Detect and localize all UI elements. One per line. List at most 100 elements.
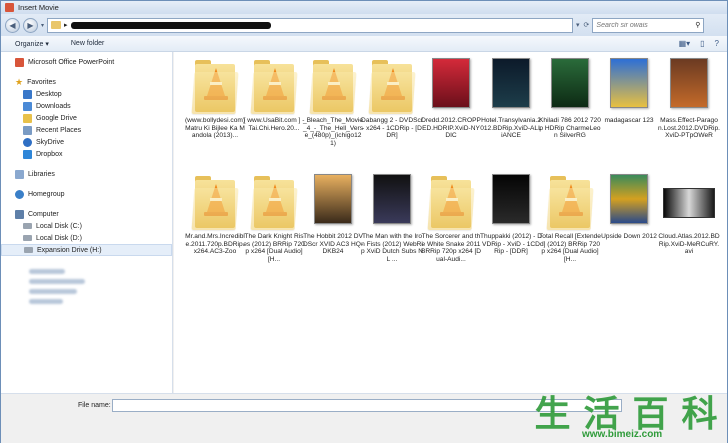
sidebar-group-libraries[interactable]: Libraries bbox=[1, 168, 172, 180]
file-name-label: Thuppakki (2012) - DVDRip - XviD - 1CDRi… bbox=[480, 233, 542, 256]
refresh-icon[interactable]: ⟳ bbox=[584, 21, 590, 29]
file-tile[interactable]: Total Recall [Extended] (2012) BRRip 720… bbox=[539, 174, 601, 292]
sidebar-item-dropbox[interactable]: Dropbox bbox=[1, 148, 172, 160]
file-tile[interactable]: Thuppakki (2012) - DVDRip - XviD - 1CDRi… bbox=[480, 174, 542, 292]
sidebar-group-homegroup[interactable]: Homegroup bbox=[1, 188, 172, 200]
blurred-network-item bbox=[29, 269, 65, 274]
hard-drive-icon bbox=[24, 247, 33, 253]
file-name-label: Cloud.Atlas.2012.BDRip.XviD-MeRCuRY.avi bbox=[658, 233, 720, 256]
file-name-label: _Bleach_The_Movie_4_-_The_Hell_Verse_(48… bbox=[302, 117, 364, 147]
navigation-pane: Microsoft Office PowerPoint ★ Favorites … bbox=[1, 52, 173, 393]
file-name-label: Total Recall [Extended] (2012) BRRip 720… bbox=[539, 233, 601, 263]
back-arrow-icon[interactable]: ◀ bbox=[5, 17, 20, 33]
sidebar-item-label: Recent Places bbox=[36, 126, 82, 134]
forward-arrow-icon[interactable]: ▶ bbox=[23, 17, 38, 33]
skydrive-icon bbox=[23, 137, 32, 147]
file-tile[interactable]: Upside Down 2012 bbox=[598, 174, 660, 292]
file-name-label: Dredd.2012.CROPPED.HDRIP.XviD-NYDIC bbox=[421, 117, 481, 140]
sidebar-item-skydrive[interactable]: SkyDrive bbox=[1, 136, 172, 148]
sidebar-item-label: SkyDrive bbox=[36, 138, 65, 146]
file-tile[interactable]: Khiladi 786 2012 720p HDRip CharmeLeon S… bbox=[539, 58, 601, 176]
sidebar-item-recent-places[interactable]: Recent Places bbox=[1, 124, 172, 136]
toolbar-right-tools: ▦▾ ▯ ? bbox=[679, 39, 727, 48]
star-icon: ★ bbox=[15, 76, 24, 87]
sidebar-item-label: Microsoft Office PowerPoint bbox=[28, 58, 115, 66]
preview-pane-icon[interactable]: ▯ bbox=[700, 39, 704, 48]
file-tile[interactable]: madagascar 123 bbox=[598, 58, 660, 176]
hard-drive-icon bbox=[23, 235, 32, 241]
movie-poster-icon bbox=[607, 58, 651, 114]
search-icon[interactable]: ⚲ bbox=[695, 21, 700, 29]
file-tile[interactable]: _Bleach_The_Movie_4_-_The_Hell_Verse_(48… bbox=[302, 58, 364, 176]
dropbox-icon bbox=[23, 149, 32, 159]
file-tile[interactable]: The Hobbit 2012 DVDScr XVID AC3 HQ-DKB24 bbox=[302, 174, 364, 292]
file-tile[interactable]: The Dark Knight Rises (2012) BRRip 720p … bbox=[243, 174, 305, 292]
sidebar-item-local-disk-c[interactable]: Local Disk (C:) bbox=[1, 220, 172, 232]
sidebar-item-downloads[interactable]: Downloads bbox=[1, 100, 172, 112]
homegroup-icon bbox=[15, 189, 24, 199]
downloads-icon bbox=[23, 101, 32, 111]
file-tile[interactable]: Cloud.Atlas.2012.BDRip.XviD-MeRCuRY.avi bbox=[658, 174, 720, 292]
file-tile[interactable]: (www.bollydesi.com) Matru Ki Bijlee Ka M… bbox=[184, 58, 246, 176]
recent-locations-chevron-icon[interactable]: ▾ bbox=[41, 22, 44, 29]
movie-poster-icon bbox=[667, 58, 711, 114]
blurred-network-item bbox=[29, 279, 85, 284]
address-dropdown-chevron-icon[interactable]: ▾ bbox=[576, 21, 580, 29]
movie-poster-icon bbox=[311, 174, 355, 230]
sidebar-group-label: Libraries bbox=[28, 170, 55, 178]
sidebar-item-powerpoint[interactable]: Microsoft Office PowerPoint bbox=[1, 56, 172, 68]
movie-poster-icon bbox=[548, 58, 592, 114]
new-folder-button[interactable]: New folder bbox=[71, 40, 104, 47]
file-tile[interactable]: The Man with the Iron Fists (2012) WebRi… bbox=[361, 174, 423, 292]
sidebar-group-computer[interactable]: Computer bbox=[1, 208, 172, 220]
movie-poster-icon bbox=[370, 174, 414, 230]
file-tile[interactable]: Mass.Effect-Paragon.Lost.2012.DVDRip.Xvi… bbox=[658, 58, 720, 176]
sidebar-item-desktop[interactable]: Desktop bbox=[1, 88, 172, 100]
sidebar-item-label: Downloads bbox=[36, 102, 71, 110]
sidebar-item-label: Local Disk (D:) bbox=[36, 234, 82, 242]
file-list-view: (www.bollydesi.com) Matru Ki Bijlee Ka M… bbox=[174, 52, 727, 393]
sidebar-group-favorites[interactable]: ★ Favorites bbox=[1, 76, 172, 88]
sidebar-item-local-disk-d[interactable]: Local Disk (D:) bbox=[1, 232, 172, 244]
sidebar-item-google-drive[interactable]: Google Drive bbox=[1, 112, 172, 124]
file-name-label: File name: bbox=[78, 402, 111, 409]
address-tools: ▾ ⟳ bbox=[576, 21, 589, 29]
file-name-label: Mr.and.Mrs.Incredible.2011.720p.BDRip.x2… bbox=[185, 233, 245, 256]
libraries-icon bbox=[15, 169, 24, 179]
file-tile[interactable]: [ www.UsaBit.com ] - Tai.Chi.Hero.20... bbox=[243, 58, 305, 176]
file-tile[interactable]: Mr.and.Mrs.Incredible.2011.720p.BDRip.x2… bbox=[184, 174, 246, 292]
address-bar[interactable]: ▸ bbox=[47, 17, 574, 33]
file-name-label: The Hobbit 2012 DVDScr XVID AC3 HQ-DKB24 bbox=[302, 233, 364, 256]
help-icon[interactable]: ? bbox=[715, 39, 719, 48]
file-name-label: madagascar 123 bbox=[604, 117, 654, 124]
search-input[interactable] bbox=[596, 21, 687, 29]
search-box[interactable]: ⚲ bbox=[592, 17, 705, 33]
blurred-network-item bbox=[29, 289, 77, 294]
computer-icon bbox=[15, 209, 24, 219]
file-tile[interactable]: Hotel.Transylvania.2012.BDRip.XviD-ALLiA… bbox=[480, 58, 542, 176]
sidebar-item-expansion-drive[interactable]: Expansion Drive (H:) bbox=[1, 244, 172, 256]
file-name-label: The Sorcerer and the White Snake 2011 BR… bbox=[420, 233, 482, 263]
vlc-folder-icon bbox=[191, 174, 239, 230]
file-tile[interactable]: The Sorcerer and the White Snake 2011 BR… bbox=[420, 174, 482, 292]
vlc-folder-icon bbox=[250, 174, 298, 230]
movie-poster-icon bbox=[489, 58, 533, 114]
sidebar-group-label: Computer bbox=[28, 210, 59, 218]
change-view-icon[interactable]: ▦▾ bbox=[679, 39, 691, 48]
window-title: Insert Movie bbox=[18, 3, 59, 12]
movie-poster-icon bbox=[607, 174, 651, 230]
file-name-label: [ www.UsaBit.com ] - Tai.Chi.Hero.20... bbox=[243, 117, 305, 132]
sidebar-item-label: Google Drive bbox=[36, 114, 77, 122]
movie-poster-icon bbox=[489, 174, 533, 230]
watermark-url: www.bimeiz.com bbox=[582, 429, 663, 440]
file-name-label: Hotel.Transylvania.2012.BDRip.XviD-ALLiA… bbox=[480, 117, 542, 140]
folder-icon bbox=[51, 21, 62, 29]
file-name-label: Mass.Effect-Paragon.Lost.2012.DVDRip.Xvi… bbox=[658, 117, 720, 140]
site-watermark: 生 活 百 科 www.bimeiz.com bbox=[528, 385, 724, 441]
file-tile[interactable]: Dabangg 2 - DVDScr - x264 - 1CDRip - [DD… bbox=[361, 58, 423, 176]
file-name-label: Khiladi 786 2012 720p HDRip CharmeLeon S… bbox=[539, 117, 601, 140]
sidebar-item-label: Local Disk (C:) bbox=[36, 222, 82, 230]
organize-button[interactable]: Organize ▾ bbox=[15, 40, 49, 48]
sidebar-item-label: Dropbox bbox=[36, 150, 63, 158]
file-tile[interactable]: Dredd.2012.CROPPED.HDRIP.XviD-NYDIC bbox=[420, 58, 482, 176]
